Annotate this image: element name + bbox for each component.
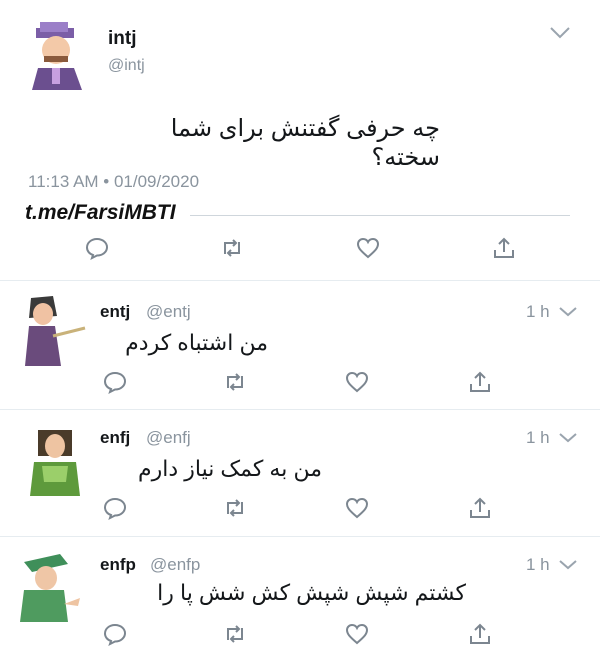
divider [0, 536, 600, 537]
reply-author-name[interactable]: entj [100, 302, 130, 322]
retweet-icon[interactable] [219, 236, 245, 260]
share-icon[interactable] [491, 236, 517, 260]
avatar-enfp[interactable] [14, 548, 84, 622]
chevron-down-icon[interactable] [557, 558, 579, 572]
avatar-entj[interactable] [15, 292, 87, 366]
avatar-intj[interactable] [28, 20, 90, 90]
watermark-link[interactable]: t.me/FarsiMBTI [25, 201, 176, 225]
author-handle[interactable]: @intj [108, 57, 145, 75]
chevron-down-icon[interactable] [557, 431, 579, 445]
reply-icon[interactable] [102, 622, 128, 646]
like-icon[interactable] [344, 370, 370, 394]
share-icon[interactable] [467, 496, 493, 520]
reply-author-name[interactable]: enfp [100, 555, 136, 575]
chevron-down-icon[interactable] [549, 26, 571, 40]
tweet-timestamp: 11:13 AM • 01/09/2020 [28, 172, 200, 191]
reply-time: 1 h [526, 555, 550, 574]
like-icon[interactable] [355, 236, 381, 260]
retweet-icon[interactable] [222, 622, 248, 646]
avatar-enfj[interactable] [28, 422, 84, 496]
retweet-icon[interactable] [222, 496, 248, 520]
reply-text: من به کمک نیاز دارم [137, 456, 322, 481]
reply-text: من اشتباه کردم [125, 330, 268, 355]
chevron-down-icon[interactable] [557, 305, 579, 319]
reply-icon[interactable] [84, 236, 110, 260]
like-icon[interactable] [344, 496, 370, 520]
reply-icon[interactable] [102, 496, 128, 520]
like-icon[interactable] [344, 622, 370, 646]
reply-author-name[interactable]: enfj [100, 428, 130, 448]
retweet-icon[interactable] [222, 370, 248, 394]
share-icon[interactable] [467, 370, 493, 394]
reply-icon[interactable] [102, 370, 128, 394]
reply-author-handle[interactable]: @enfp [150, 555, 200, 575]
reply-time: 1 h [526, 302, 550, 321]
reply-time: 1 h [526, 428, 550, 447]
author-name[interactable]: intj [108, 28, 137, 50]
reply-author-handle[interactable]: @enfj [146, 428, 191, 448]
divider [0, 409, 600, 410]
tweet-text: چه حرفی گفتنش برای شما سخته؟ [170, 115, 440, 171]
reply-author-handle[interactable]: @entj [146, 302, 191, 322]
divider [0, 280, 600, 281]
watermark-underline [190, 215, 570, 216]
share-icon[interactable] [467, 622, 493, 646]
reply-text: کشتم شپش شپش کش شش پا را [157, 580, 466, 605]
